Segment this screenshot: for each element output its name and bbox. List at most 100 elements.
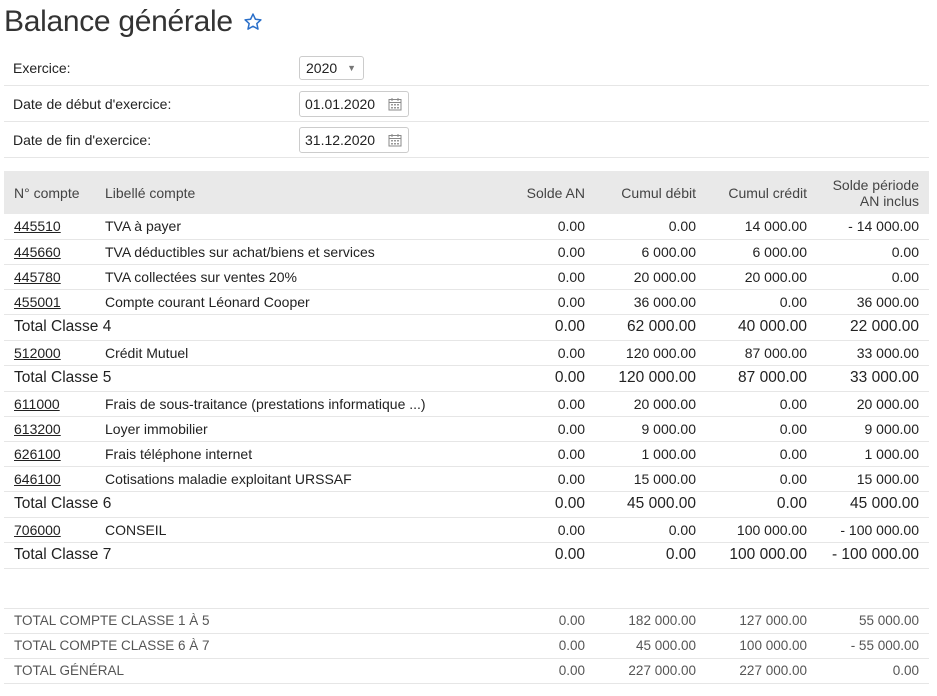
cumul-debit-cell: 62 000.00	[627, 318, 696, 335]
favorite-star-icon[interactable]	[243, 12, 263, 32]
cumul-debit-cell: 0.00	[668, 521, 696, 538]
cumul-debit-cell: 1 000.00	[641, 445, 697, 462]
balance-table: N° compte Libellé compte Solde AN Cumul …	[4, 171, 929, 684]
account-label: Frais téléphone internet	[105, 445, 253, 462]
header-cumul-debit[interactable]: Cumul débit	[595, 171, 706, 214]
solde-an-cell: 0.00	[557, 521, 585, 538]
exercice-label: Exercice:	[13, 59, 71, 76]
exercice-value: 2020	[306, 59, 338, 76]
table-row: 445660 TVA déductibles sur achat/biens et…	[4, 239, 929, 264]
cumul-debit-cell: 36 000.00	[633, 293, 696, 310]
solde-periode-cell: 22 000.00	[850, 318, 919, 335]
class-total-row: Total Classe 7 0.00 0.00 100 000.00 - 100 00…	[4, 542, 929, 568]
cumul-debit-cell: 227 000.00	[628, 663, 696, 678]
cumul-credit-cell: 0.00	[779, 420, 807, 437]
cumul-credit-cell: 14 000.00	[744, 218, 807, 235]
solde-an-cell: 0.00	[557, 268, 585, 285]
solde-an-cell: 0.00	[557, 395, 585, 412]
solde-periode-cell: 20 000.00	[856, 395, 919, 412]
solde-periode-cell: 15 000.00	[856, 470, 919, 487]
chevron-down-icon: ▼	[347, 62, 357, 73]
cumul-credit-cell: 227 000.00	[739, 663, 807, 678]
account-cell: 445660	[4, 239, 95, 264]
cumul-debit-cell: 120 000.00	[625, 344, 696, 361]
date-fin-value: 31.12.2020	[305, 131, 376, 148]
exercice-select[interactable]: 2020 ▼	[299, 55, 364, 80]
cumul-debit-cell: 20 000.00	[633, 268, 696, 285]
header-libelle[interactable]: Libellé compte	[95, 171, 495, 214]
solde-periode-cell: 33 000.00	[856, 344, 919, 361]
solde-periode-cell: 0.00	[892, 663, 919, 678]
table-row: 626100 Frais téléphone internet 0.00 1 000.…	[4, 441, 929, 466]
header-solde-periode-line1: Solde période	[832, 176, 919, 193]
class-total-label: Total Classe 6	[14, 495, 112, 512]
account-label: TVA collectées sur ventes 20%	[105, 268, 297, 285]
date-fin-label: Date de fin d'exercice:	[13, 131, 152, 148]
cumul-debit-cell: 120 000.00	[618, 369, 696, 386]
account-cell: 626100	[4, 441, 95, 466]
table-row: 445510 TVA à payer 0.00 0.00 14 000.00 - 14 0…	[4, 214, 929, 239]
calendar-icon[interactable]	[388, 97, 402, 111]
header-solde-an[interactable]: Solde AN	[495, 171, 595, 214]
solde-an-cell: 0.00	[557, 420, 585, 437]
date-debut-input[interactable]: 01.01.2020	[299, 90, 409, 117]
cumul-credit-cell: 100 000.00	[729, 546, 807, 563]
account-cell: 646100	[4, 466, 95, 491]
header-cumul-credit[interactable]: Cumul crédit	[706, 171, 817, 214]
account-label: TVA à payer	[105, 218, 182, 235]
cumul-credit-cell: 87 000.00	[744, 344, 807, 361]
solde-periode-cell: 0.00	[891, 268, 919, 285]
account-cell: 611000	[4, 391, 95, 416]
account-number-link[interactable]: 626100	[14, 446, 61, 462]
account-label: Loyer immobilier	[105, 420, 208, 437]
account-number-link[interactable]: 646100	[14, 471, 61, 487]
cumul-debit-cell: 0.00	[665, 546, 696, 563]
solde-an-cell: 0.00	[554, 318, 585, 335]
cumul-debit-cell: 20 000.00	[633, 395, 696, 412]
calendar-icon[interactable]	[388, 133, 402, 147]
solde-an-cell: 0.00	[554, 369, 585, 386]
class-total-row: Total Classe 4 0.00 62 000.00 40 000.00 22 0…	[4, 314, 929, 340]
solde-periode-cell: 55 000.00	[858, 613, 919, 628]
account-number-link[interactable]: 611000	[14, 396, 60, 412]
cumul-debit-cell: 6 000.00	[641, 243, 697, 260]
account-number-link[interactable]: 445510	[14, 218, 61, 234]
solde-an-cell: 0.00	[554, 546, 585, 563]
solde-an-cell: 0.00	[557, 243, 585, 260]
cumul-credit-cell: 20 000.00	[744, 268, 807, 285]
header-compte[interactable]: N° compte	[4, 171, 95, 214]
solde-an-cell: 0.00	[558, 613, 585, 628]
grand-total-label: TOTAL COMPTE CLASSE 6 À 7	[14, 638, 210, 653]
account-cell: 512000	[4, 340, 95, 365]
cumul-debit-cell: 15 000.00	[633, 470, 696, 487]
date-debut-value: 01.01.2020	[305, 95, 376, 112]
table-row: 445780 TVA collectées sur ventes 20% 0.00 2…	[4, 264, 929, 289]
account-number-link[interactable]: 512000	[14, 345, 61, 361]
account-cell: 706000	[4, 517, 95, 542]
account-number-link[interactable]: 706000	[14, 522, 61, 538]
account-label: CONSEIL	[105, 521, 167, 538]
table-row: 646100 Cotisations maladie exploitant URS…	[4, 466, 929, 491]
cumul-debit-cell: 45 000.00	[635, 638, 696, 653]
spacer-cell	[4, 568, 929, 608]
cumul-credit-cell: 0.00	[779, 395, 807, 412]
solde-periode-cell: 45 000.00	[850, 495, 919, 512]
date-fin-input[interactable]: 31.12.2020	[299, 126, 409, 153]
solde-an-cell: 0.00	[557, 470, 585, 487]
account-number-link[interactable]: 445780	[14, 269, 61, 285]
grand-total-label: TOTAL COMPTE CLASSE 1 À 5	[14, 613, 210, 628]
solde-periode-cell: - 100 000.00	[840, 521, 919, 538]
account-number-link[interactable]: 613200	[14, 421, 61, 437]
cumul-credit-cell: 127 000.00	[739, 613, 807, 628]
account-number-link[interactable]: 445660	[14, 244, 61, 260]
page-title: Balance générale	[4, 5, 233, 38]
account-label: Crédit Mutuel	[105, 344, 189, 361]
cumul-credit-cell: 0.00	[779, 445, 807, 462]
cumul-credit-cell: 87 000.00	[738, 369, 807, 386]
cumul-debit-cell: 45 000.00	[627, 495, 696, 512]
account-label: Compte courant Léonard Cooper	[105, 293, 310, 310]
header-solde-periode[interactable]: Solde période AN inclus	[817, 171, 929, 214]
cumul-debit-cell: 182 000.00	[628, 613, 696, 628]
cumul-credit-cell: 40 000.00	[738, 318, 807, 335]
account-number-link[interactable]: 455001	[14, 294, 61, 310]
